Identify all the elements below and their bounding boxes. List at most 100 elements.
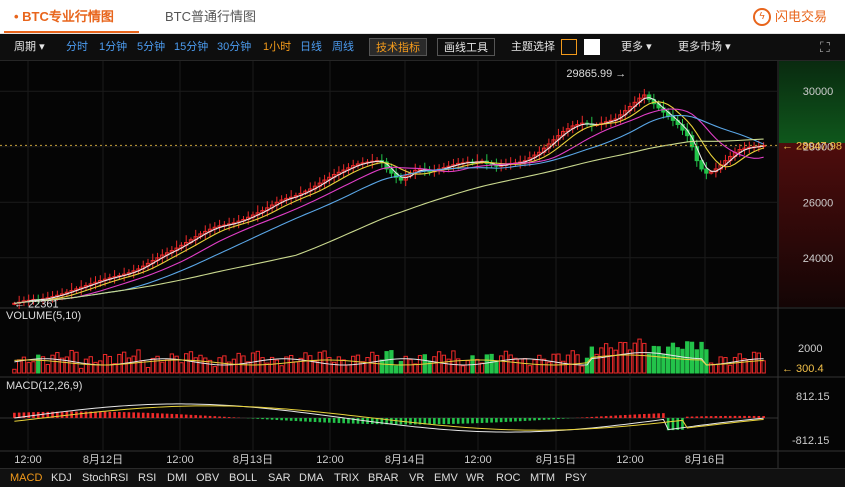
volume-bar bbox=[188, 351, 194, 374]
volume-bar bbox=[279, 365, 284, 374]
indicator-brar[interactable]: BRAR bbox=[368, 469, 399, 487]
volume-tick: 2000 bbox=[798, 343, 822, 355]
last-price-label: ← 28047.98 bbox=[782, 140, 842, 152]
theme-dark-swatch[interactable] bbox=[561, 39, 577, 55]
volume-bar bbox=[303, 352, 308, 374]
volume-bar bbox=[193, 357, 198, 374]
time-tick: 8月16日 bbox=[685, 454, 725, 466]
time-tick: 12:00 bbox=[14, 454, 42, 466]
volume-bar bbox=[16, 359, 22, 374]
volume-bar bbox=[203, 357, 208, 374]
volume-bar bbox=[131, 355, 136, 374]
volume-bar bbox=[246, 361, 251, 374]
more-markets-dropdown[interactable]: 更多市场 ▾ bbox=[678, 34, 731, 60]
volume-bar bbox=[322, 350, 327, 374]
high-annotation: 29865.99 → bbox=[566, 68, 626, 80]
more-dropdown[interactable]: 更多 ▾ bbox=[621, 34, 652, 60]
volume-bar bbox=[31, 361, 36, 374]
volume-bar bbox=[289, 354, 294, 374]
candle-body bbox=[704, 168, 709, 174]
volume-bar bbox=[198, 354, 203, 374]
volume-bar bbox=[298, 357, 303, 374]
volume-bar bbox=[174, 355, 179, 374]
indicator-roc[interactable]: ROC bbox=[496, 469, 520, 487]
indicator-stochrsi[interactable]: StochRSI bbox=[82, 469, 128, 487]
volume-bar bbox=[169, 353, 175, 374]
time-tick: 8月12日 bbox=[83, 454, 123, 466]
tech-indicator-button[interactable]: 技术指标 bbox=[369, 38, 427, 56]
volume-bar bbox=[737, 353, 742, 374]
volume-bar bbox=[651, 345, 657, 374]
chevron-down-icon: ▾ bbox=[646, 41, 652, 53]
volume-bar bbox=[212, 366, 217, 374]
volume-bar bbox=[732, 356, 738, 374]
period-5m[interactable]: 5分钟 bbox=[137, 34, 165, 60]
indicator-vr[interactable]: VR bbox=[409, 469, 424, 487]
period-1h[interactable]: 1小时 bbox=[263, 34, 291, 60]
volume-bar bbox=[284, 356, 289, 374]
fullscreen-icon[interactable]: ⛶ bbox=[820, 34, 830, 60]
volume-bar bbox=[484, 354, 489, 374]
draw-tools-button[interactable]: 画线工具 bbox=[437, 38, 495, 56]
indicator-sar[interactable]: SAR bbox=[268, 469, 291, 487]
period-1m[interactable]: 1分钟 bbox=[99, 34, 127, 60]
macd-tick: 812.15 bbox=[796, 391, 830, 403]
indicator-obv[interactable]: OBV bbox=[196, 469, 219, 487]
indicator-psy[interactable]: PSY bbox=[565, 469, 587, 487]
flash-trade-link[interactable]: ϟ 闪电交易 bbox=[752, 0, 827, 33]
indicator-dmi[interactable]: DMI bbox=[167, 469, 187, 487]
period-weekly[interactable]: 周线 bbox=[332, 34, 354, 60]
volume-bar bbox=[713, 363, 719, 374]
indicator-wr[interactable]: WR bbox=[466, 469, 484, 487]
time-tick: 8月13日 bbox=[233, 454, 273, 466]
period-30m[interactable]: 30分钟 bbox=[217, 34, 251, 60]
indicator-rsi[interactable]: RSI bbox=[138, 469, 156, 487]
indicator-dma[interactable]: DMA bbox=[299, 469, 323, 487]
volume-bar bbox=[465, 360, 470, 374]
chevron-down-icon: ▾ bbox=[725, 41, 731, 53]
volume-bar bbox=[389, 350, 394, 374]
tab-btc-pro-chart[interactable]: • BTC专业行情图 bbox=[4, 0, 139, 33]
more-markets-label: 更多市场 bbox=[678, 41, 722, 53]
volume-bar bbox=[551, 353, 556, 374]
time-tick: 8月14日 bbox=[385, 454, 425, 466]
volume-label: VOLUME(5,10) bbox=[6, 310, 81, 322]
volume-bar bbox=[723, 357, 728, 374]
volume-bar bbox=[293, 361, 299, 374]
indicator-macd[interactable]: MACD bbox=[10, 469, 42, 487]
volume-bar bbox=[312, 360, 318, 374]
theme-label: 主题选择 bbox=[511, 41, 555, 53]
volume-bar bbox=[646, 353, 652, 374]
volume-bar bbox=[126, 357, 132, 374]
volume-bar bbox=[498, 355, 504, 374]
period-15m[interactable]: 15分钟 bbox=[174, 34, 208, 60]
volume-bar bbox=[618, 341, 623, 374]
period-dropdown[interactable]: 周期 ▾ bbox=[14, 34, 45, 60]
tab-btc-normal-chart[interactable]: BTC普通行情图 bbox=[165, 0, 256, 33]
volume-bar bbox=[513, 357, 518, 374]
period-daily[interactable]: 日线 bbox=[300, 34, 322, 60]
volume-bar bbox=[12, 368, 17, 374]
low-annotation: ← 22361 bbox=[14, 298, 59, 310]
more-label: 更多 bbox=[621, 41, 643, 53]
indicator-boll[interactable]: BOLL bbox=[229, 469, 257, 487]
volume-bar bbox=[184, 353, 189, 374]
indicator-emv[interactable]: EMV bbox=[434, 469, 458, 487]
indicator-trix[interactable]: TRIX bbox=[334, 469, 359, 487]
volume-bar bbox=[102, 354, 108, 374]
volume-bar bbox=[603, 343, 609, 374]
volume-bar bbox=[441, 354, 447, 374]
period-timeshare[interactable]: 分时 bbox=[66, 34, 88, 60]
indicator-mtm[interactable]: MTM bbox=[530, 469, 555, 487]
volume-last: ← 300.4 bbox=[782, 363, 824, 375]
chart-area[interactable]: 24000 26000 28000 30000 12:00 8月12日 12:00 8月13日… bbox=[0, 61, 845, 468]
volume-bar bbox=[518, 358, 523, 374]
kline-chart[interactable]: 2400026000280003000012:00 8月12日 12:00 8月13日… bbox=[0, 61, 845, 468]
indicator-kdj[interactable]: KDJ bbox=[51, 469, 72, 487]
theme-light-swatch[interactable] bbox=[584, 39, 600, 55]
volume-bar bbox=[656, 346, 661, 374]
volume-bar bbox=[145, 366, 151, 374]
volume-bar bbox=[580, 365, 585, 374]
volume-bar bbox=[675, 347, 680, 374]
lightning-icon: ϟ bbox=[752, 7, 771, 26]
